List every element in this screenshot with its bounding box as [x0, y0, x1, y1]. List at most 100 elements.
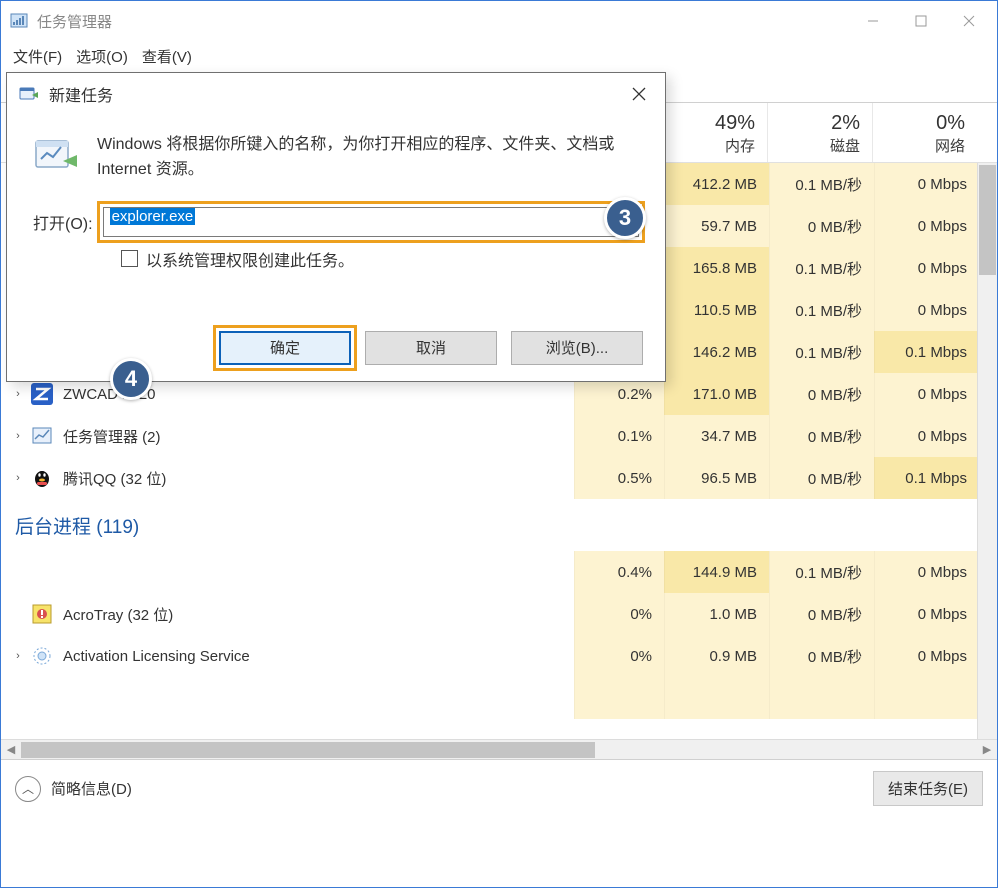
network-cell: 0 Mbps: [874, 163, 979, 205]
expand-icon[interactable]: ›: [11, 430, 25, 442]
process-row[interactable]: AcroTray (32 位) 0%1.0 MB0 MB/秒0 Mbps: [1, 593, 979, 635]
disk-label: 磁盘: [830, 135, 860, 156]
memory-cell: 165.8 MB: [664, 247, 769, 289]
scroll-right-icon[interactable]: ▶: [977, 743, 997, 756]
minimize-button[interactable]: [849, 5, 897, 37]
annotation-badge-3: 3: [604, 197, 646, 239]
menu-file[interactable]: 文件(F): [13, 46, 62, 67]
memory-cell: 96.5 MB: [664, 457, 769, 499]
memory-cell: 110.5 MB: [664, 289, 769, 331]
acro-icon: [31, 603, 53, 625]
cpu-cell: 0%: [574, 635, 664, 677]
process-name: 任务管理器 (2): [63, 426, 161, 447]
memory-cell: 1.0 MB: [664, 593, 769, 635]
disk-cell: [769, 677, 874, 719]
qq-icon: [31, 467, 53, 489]
memory-cell: 171.0 MB: [664, 373, 769, 415]
close-button[interactable]: [945, 5, 993, 37]
cpu-cell: 0%: [574, 593, 664, 635]
network-cell: 0.1 Mbps: [874, 331, 979, 373]
menu-options[interactable]: 选项(O): [76, 46, 128, 67]
network-cell: 0.1 Mbps: [874, 457, 979, 499]
network-cell: 0 Mbps: [874, 289, 979, 331]
process-row[interactable]: ›腾讯QQ (32 位)0.5%96.5 MB0 MB/秒0.1 Mbps: [1, 457, 979, 499]
process-row[interactable]: ›任务管理器 (2)0.1%34.7 MB0 MB/秒0 Mbps: [1, 415, 979, 457]
open-label: 打开(O):: [33, 210, 93, 234]
network-cell: 0 Mbps: [874, 247, 979, 289]
process-name-cell: AcroTray (32 位): [1, 593, 574, 635]
memory-cell: 412.2 MB: [664, 163, 769, 205]
collapse-icon[interactable]: ︿: [15, 776, 41, 802]
network-cell: 0 Mbps: [874, 373, 979, 415]
admin-checkbox[interactable]: [121, 250, 138, 267]
cpu-cell: 0.4%: [574, 551, 664, 593]
process-name-cell: [1, 677, 574, 719]
network-label: 网络: [935, 135, 965, 156]
disk-cell: 0.1 MB/秒: [769, 289, 874, 331]
scrollbar-thumb[interactable]: [979, 165, 996, 275]
footer: ︿ 简略信息(D) 结束任务(E): [1, 759, 997, 817]
vertical-scrollbar[interactable]: [977, 163, 997, 739]
process-row[interactable]: 0.4%144.9 MB0.1 MB/秒0 Mbps: [1, 551, 979, 593]
hscroll-thumb[interactable]: [21, 742, 595, 758]
run-new-task-dialog: 新建任务 Windows 将根据你所键入的名称，为你打开相应的程序、文件夹、文档…: [6, 72, 666, 382]
network-cell: [874, 677, 979, 719]
disk-percent: 2%: [831, 112, 860, 135]
disk-cell: 0 MB/秒: [769, 415, 874, 457]
fewer-details-link[interactable]: 简略信息(D): [51, 778, 132, 799]
dialog-message: Windows 将根据你所键入的名称，为你打开相应的程序、文件夹、文档或 Int…: [97, 133, 639, 183]
process-row[interactable]: › Activation Licensing Service 0%0.9 MB0 M…: [1, 635, 979, 677]
col-memory[interactable]: 49% 内存: [662, 103, 767, 162]
process-name: Activation Licensing Service: [63, 648, 250, 665]
process-name-cell: › 腾讯QQ (32 位): [1, 457, 574, 499]
process-name-cell: [1, 551, 574, 593]
disk-cell: 0 MB/秒: [769, 457, 874, 499]
maximize-button[interactable]: [897, 5, 945, 37]
menu-view[interactable]: 查看(V): [142, 46, 192, 67]
expand-icon[interactable]: ›: [11, 388, 25, 400]
disk-cell: 0 MB/秒: [769, 205, 874, 247]
expand-icon[interactable]: ›: [11, 650, 25, 662]
zwcad-icon: [31, 383, 53, 405]
disk-cell: 0 MB/秒: [769, 635, 874, 677]
expand-icon[interactable]: ›: [11, 472, 25, 484]
section-header-background: 后台进程 (119): [1, 499, 979, 551]
dialog-titlebar: 新建任务: [7, 73, 665, 115]
dialog-title: 新建任务: [49, 82, 619, 106]
disk-cell: 0.1 MB/秒: [769, 247, 874, 289]
network-cell: 0 Mbps: [874, 593, 979, 635]
process-name: AcroTray (32 位): [63, 604, 173, 625]
process-name: 腾讯QQ (32 位): [63, 468, 166, 489]
memory-cell: 34.7 MB: [664, 415, 769, 457]
disk-cell: 0 MB/秒: [769, 373, 874, 415]
network-cell: 0 Mbps: [874, 551, 979, 593]
disk-cell: 0.1 MB/秒: [769, 163, 874, 205]
window-title: 任务管理器: [37, 11, 849, 32]
memory-cell: 0.9 MB: [664, 635, 769, 677]
memory-cell: 144.9 MB: [664, 551, 769, 593]
open-combobox[interactable]: explorer.exe ▾: [103, 207, 639, 237]
admin-checkbox-label: 以系统管理权限创建此任务。: [146, 247, 354, 271]
network-cell: 0 Mbps: [874, 415, 979, 457]
col-disk[interactable]: 2% 磁盘: [767, 103, 872, 162]
run-big-icon: [33, 133, 79, 179]
process-name-cell: › Activation Licensing Service: [1, 635, 574, 677]
network-cell: 0 Mbps: [874, 205, 979, 247]
col-network[interactable]: 0% 网络: [872, 103, 977, 162]
process-name-cell: › 任务管理器 (2): [1, 415, 574, 457]
horizontal-scrollbar[interactable]: ◀ ▶: [1, 739, 997, 759]
cpu-cell: [574, 677, 664, 719]
memory-cell: 146.2 MB: [664, 331, 769, 373]
cancel-button[interactable]: 取消: [365, 331, 497, 365]
ok-button[interactable]: 确定: [219, 331, 351, 365]
scroll-left-icon[interactable]: ◀: [1, 743, 21, 756]
svc-icon: [31, 645, 53, 667]
process-row[interactable]: [1, 677, 979, 719]
dialog-close-button[interactable]: [619, 78, 659, 110]
window-controls: [849, 5, 993, 37]
browse-button[interactable]: 浏览(B)...: [511, 331, 643, 365]
end-task-button[interactable]: 结束任务(E): [873, 771, 983, 806]
disk-cell: 0 MB/秒: [769, 593, 874, 635]
disk-cell: 0.1 MB/秒: [769, 551, 874, 593]
memory-cell: [664, 677, 769, 719]
